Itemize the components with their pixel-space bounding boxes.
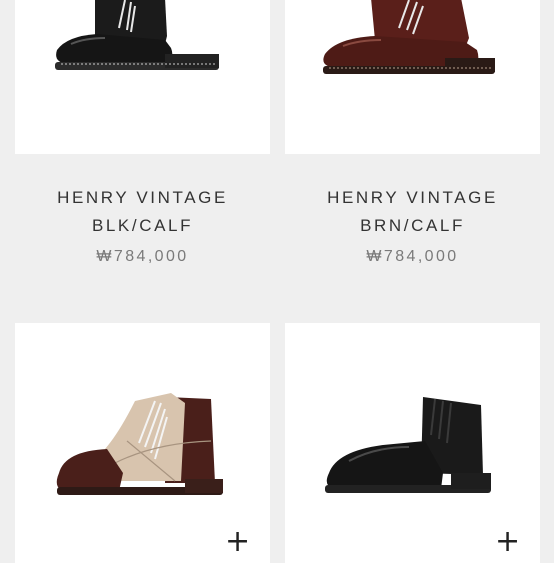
product-name-line1[interactable]: HENRY VINTAGE xyxy=(15,184,270,212)
product-info-2[interactable]: HENRY VINTAGE BRN/CALF ₩784,000 xyxy=(285,184,540,266)
product-card-henry-vintage-blk[interactable] xyxy=(15,0,270,154)
product-image-black-boot[interactable] xyxy=(15,0,270,154)
product-name-line2[interactable]: BLK/CALF xyxy=(15,212,270,240)
product-card-henry-vintage-brn[interactable] xyxy=(285,0,540,154)
product-price: ₩784,000 xyxy=(96,248,189,265)
product-price: ₩784,000 xyxy=(366,248,459,265)
product-card-4[interactable]: + xyxy=(285,323,540,563)
product-image-black-plain-boot[interactable] xyxy=(285,323,540,523)
product-card-3[interactable]: + xyxy=(15,323,270,563)
product-image-two-tone-boot[interactable] xyxy=(15,323,270,523)
product-name-line2[interactable]: BRN/CALF xyxy=(285,212,540,240)
plus-icon[interactable]: + xyxy=(495,527,520,557)
product-name-line1[interactable]: HENRY VINTAGE xyxy=(285,184,540,212)
plus-icon[interactable]: + xyxy=(225,527,250,557)
product-image-brown-boot[interactable] xyxy=(285,0,540,154)
product-info-1[interactable]: HENRY VINTAGE BLK/CALF ₩784,000 xyxy=(15,184,270,266)
